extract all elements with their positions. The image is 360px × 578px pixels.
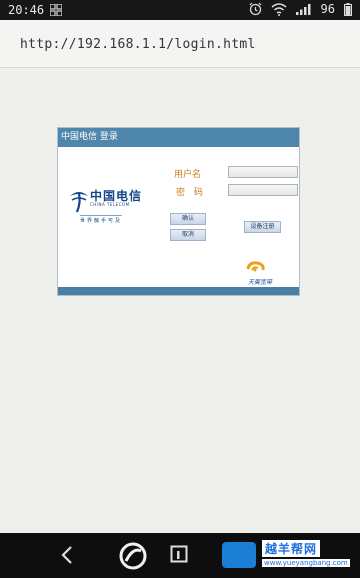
username-field[interactable]	[228, 166, 298, 178]
watermark-brand: 越羊帮网 www.yueyangbang.com	[222, 540, 356, 572]
signal-icon	[295, 4, 311, 15]
address-bar[interactable]: http://192.168.1.1/login.html	[0, 20, 360, 68]
confirm-button[interactable]: 确认	[170, 213, 206, 225]
watermark-logo-icon	[222, 542, 256, 568]
telecom-logo-icon	[70, 192, 88, 213]
battery-icon	[344, 2, 352, 16]
username-label: 用户名	[174, 170, 202, 180]
home-icon[interactable]	[118, 541, 148, 571]
password-label: 密 码	[176, 188, 206, 198]
login-panel: 中国电信 登录 中国电信 CHINA TELECOM 世界触手可及 用户名 密 …	[57, 127, 300, 296]
battery-level: 96	[320, 2, 335, 16]
recent-apps-icon[interactable]	[170, 545, 188, 563]
china-telecom-logo: 中国电信 CHINA TELECOM 世界触手可及	[68, 186, 148, 226]
watermark-brand-name: 越羊帮网	[262, 540, 321, 557]
tianyi-logo: 天翼宽带	[245, 261, 285, 287]
logo-slogan: 世界触手可及	[80, 215, 123, 224]
wifi-icon	[271, 2, 287, 16]
status-bar: 20:46 96	[0, 0, 360, 20]
device-register-button[interactable]: 设备注册	[244, 221, 281, 233]
status-time: 20:46	[8, 3, 45, 17]
login-footer-bar	[58, 287, 299, 295]
cancel-button[interactable]: 取消	[170, 229, 206, 241]
watermark-url: www.yueyangbang.com	[262, 559, 350, 567]
tianyi-swirl-icon	[246, 261, 265, 272]
back-icon[interactable]	[60, 545, 74, 565]
tianyi-text: 天翼宽带	[248, 279, 273, 286]
logo-en-text: CHINA TELECOM	[90, 202, 130, 207]
login-header: 中国电信 登录	[58, 128, 299, 147]
alarm-icon	[249, 2, 261, 16]
password-field[interactable]	[228, 184, 298, 196]
login-title: 中国电信 登录	[61, 132, 118, 142]
url-text[interactable]: http://192.168.1.1/login.html	[20, 37, 256, 52]
app-grid-icon	[50, 4, 62, 16]
